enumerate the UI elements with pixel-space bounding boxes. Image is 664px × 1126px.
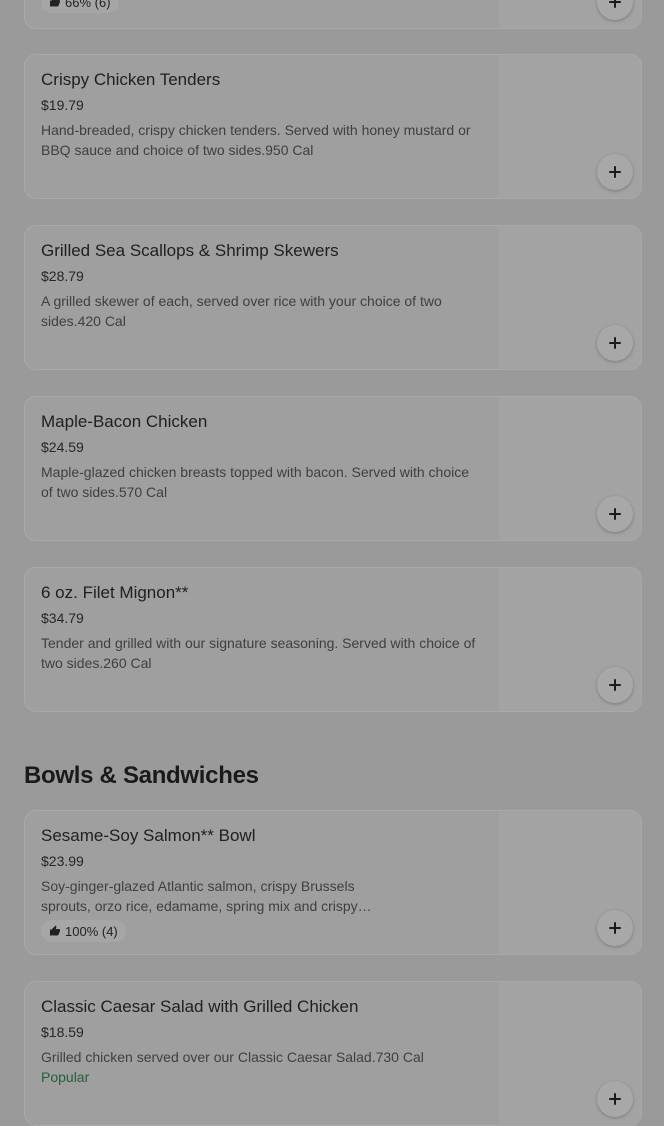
menu-item-card[interactable]: 66% (6)	[24, 0, 642, 29]
plus-icon	[609, 166, 621, 178]
item-title: 6 oz. Filet Mignon**	[41, 583, 189, 602]
item-price: $28.79	[41, 268, 84, 284]
plus-icon	[609, 679, 621, 691]
add-item-button[interactable]	[597, 667, 633, 703]
item-description: Grilled chicken served over our Classic …	[41, 1049, 424, 1065]
plus-icon	[609, 337, 621, 349]
add-item-button[interactable]	[597, 496, 633, 532]
rating-badge: 100% (4)	[41, 920, 126, 942]
item-price: $19.79	[41, 97, 84, 113]
item-title: Grilled Sea Scallops & Shrimp Skewers	[41, 241, 339, 260]
item-description: Tender and grilled with our signature se…	[41, 635, 476, 671]
add-item-button[interactable]	[597, 910, 633, 946]
add-item-button[interactable]	[597, 154, 633, 190]
rating-text: 100% (4)	[65, 923, 118, 939]
popular-tag: Popular	[41, 1069, 90, 1085]
thumbs-up-icon	[50, 0, 60, 7]
menu-item-card[interactable]: Grilled Sea Scallops & Shrimp Skewers $2…	[24, 225, 642, 370]
item-price: $18.59	[41, 1024, 84, 1040]
item-price: $24.59	[41, 439, 84, 455]
menu-item-card[interactable]: Crispy Chicken Tenders $19.79 Hand-bread…	[24, 54, 642, 199]
item-description: Hand-breaded, crispy chicken tenders. Se…	[41, 122, 471, 158]
add-item-button[interactable]	[597, 1081, 633, 1117]
add-item-button[interactable]	[597, 325, 633, 361]
plus-icon	[609, 1093, 621, 1105]
rating-text: 66% (6)	[65, 0, 111, 10]
item-description: Maple-glazed chicken breasts topped with…	[41, 464, 470, 500]
menu-item-card[interactable]: Sesame-Soy Salmon** Bowl $23.99 Soy-ging…	[24, 810, 642, 955]
item-description: A grilled skewer of each, served over ri…	[41, 293, 442, 329]
menu-item-card[interactable]: Classic Caesar Salad with Grilled Chicke…	[24, 981, 642, 1126]
plus-icon	[609, 922, 621, 934]
plus-icon	[609, 508, 621, 520]
section-title: Bowls & Sandwiches	[24, 762, 259, 789]
menu-item-card[interactable]: Maple-Bacon Chicken $24.59 Maple-glazed …	[24, 396, 642, 541]
item-title: Classic Caesar Salad with Grilled Chicke…	[41, 997, 359, 1016]
item-title: Sesame-Soy Salmon** Bowl	[41, 826, 256, 845]
plus-icon	[609, 0, 621, 8]
item-price: $23.99	[41, 853, 84, 869]
item-title: Crispy Chicken Tenders	[41, 70, 221, 89]
item-description: Soy-ginger-glazed Atlantic salmon, crisp…	[41, 878, 372, 914]
thumbs-up-icon	[50, 925, 60, 936]
item-title: Maple-Bacon Chicken	[41, 412, 208, 431]
item-price: $34.79	[41, 610, 84, 626]
menu-item-card[interactable]: 6 oz. Filet Mignon** $34.79 Tender and g…	[24, 567, 642, 712]
rating-badge: 66% (6)	[41, 0, 119, 13]
